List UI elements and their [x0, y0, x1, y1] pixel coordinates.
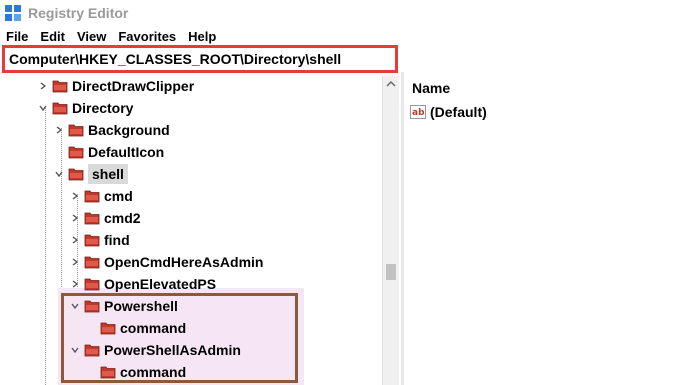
address-bar[interactable]: Computer\HKEY_CLASSES_ROOT\Directory\she…: [2, 45, 398, 73]
folder-icon: [84, 211, 100, 225]
folder-icon: [84, 255, 100, 269]
values-pane: Name ab (Default): [404, 72, 700, 385]
tree-item-label: command: [120, 364, 187, 380]
chevron-down-icon[interactable]: [70, 345, 80, 355]
chevron-down-icon[interactable]: [38, 103, 48, 113]
tree-item-defaulticon[interactable]: DefaultIcon: [68, 142, 164, 162]
folder-icon: [100, 365, 116, 379]
chevron-down-icon[interactable]: [54, 169, 64, 179]
folder-icon: [52, 101, 68, 115]
menu-file[interactable]: File: [0, 29, 34, 44]
tree-item-label: DirectDrawClipper: [72, 78, 195, 94]
tree-item-opencmdhereasadmin[interactable]: OpenCmdHereAsAdmin: [70, 252, 263, 272]
tree-item-label: PowerShellAsAdmin: [104, 342, 241, 358]
folder-icon: [84, 277, 100, 291]
ab-string-icon: ab: [410, 105, 426, 119]
folder-icon: [84, 299, 100, 313]
folder-icon: [52, 79, 68, 93]
tree-item-powershellasadmin[interactable]: PowerShellAsAdmin: [70, 340, 241, 360]
folder-icon: [84, 233, 100, 247]
tree-item-directory[interactable]: Directory: [38, 98, 133, 118]
tree-guide-line: [45, 106, 46, 385]
tree-item-label: Powershell: [104, 298, 178, 314]
tree-item-label: OpenElevatedPS: [104, 276, 217, 292]
chevron-right-icon[interactable]: [70, 257, 80, 267]
chevron-right-icon[interactable]: [70, 235, 80, 245]
menu-bar: File Edit View Favorites Help: [0, 27, 700, 45]
folder-icon: [84, 343, 100, 357]
tree-item-label: find: [104, 232, 130, 248]
tree-item-command[interactable]: command: [100, 362, 186, 382]
tree-item-label: command: [120, 320, 187, 336]
chevron-right-icon[interactable]: [70, 279, 80, 289]
folder-icon: [68, 145, 84, 159]
folder-icon: [68, 167, 84, 181]
folder-icon: [68, 123, 84, 137]
address-path: Computer\HKEY_CLASSES_ROOT\Directory\she…: [9, 51, 342, 67]
tree-scrollbar[interactable]: [382, 76, 399, 385]
folder-icon: [100, 321, 116, 335]
tree-item-label: cmd2: [104, 210, 141, 226]
tree-item-cmd[interactable]: cmd: [70, 186, 133, 206]
folder-icon: [84, 189, 100, 203]
menu-edit[interactable]: Edit: [34, 29, 71, 44]
tree-item-powershell[interactable]: Powershell: [70, 296, 178, 316]
chevron-right-icon[interactable]: [54, 125, 64, 135]
tree-item-background[interactable]: Background: [54, 120, 170, 140]
tree-item-label: DefaultIcon: [88, 144, 165, 160]
tree-item-shell[interactable]: shell: [54, 164, 128, 184]
tree-item-label: Background: [88, 122, 170, 138]
chevron-right-icon[interactable]: [70, 191, 80, 201]
menu-favorites[interactable]: Favorites: [112, 29, 182, 44]
registry-tree: DirectDrawClipper Directory Background D…: [0, 76, 380, 385]
tree-item-command[interactable]: command: [100, 318, 186, 338]
scroll-thumb[interactable]: [386, 264, 396, 280]
tree-item-cmd2[interactable]: cmd2: [70, 208, 141, 228]
value-row[interactable]: ab (Default): [410, 104, 487, 120]
menu-view[interactable]: View: [71, 29, 112, 44]
tree-item-openelevatedps[interactable]: OpenElevatedPS: [70, 274, 216, 294]
column-header-name[interactable]: Name: [412, 80, 450, 96]
chevron-right-icon[interactable]: [38, 81, 48, 91]
tree-item-label: OpenCmdHereAsAdmin: [104, 254, 264, 270]
tree-item-label: cmd: [104, 188, 133, 204]
registry-editor-icon: [5, 5, 21, 21]
value-name: (Default): [430, 104, 487, 120]
title-bar: Registry Editor: [0, 0, 700, 26]
window-title: Registry Editor: [28, 5, 129, 21]
chevron-right-icon[interactable]: [70, 213, 80, 223]
tree-item-label: shell: [88, 164, 128, 184]
menu-help[interactable]: Help: [182, 29, 222, 44]
tree-item-label: Directory: [72, 100, 134, 116]
chevron-down-icon[interactable]: [70, 301, 80, 311]
svg-text:ab: ab: [412, 108, 425, 118]
tree-item-find[interactable]: find: [70, 230, 130, 250]
tree-item-directdrawclipper[interactable]: DirectDrawClipper: [38, 76, 194, 96]
scroll-up-arrow-icon[interactable]: [385, 78, 397, 90]
